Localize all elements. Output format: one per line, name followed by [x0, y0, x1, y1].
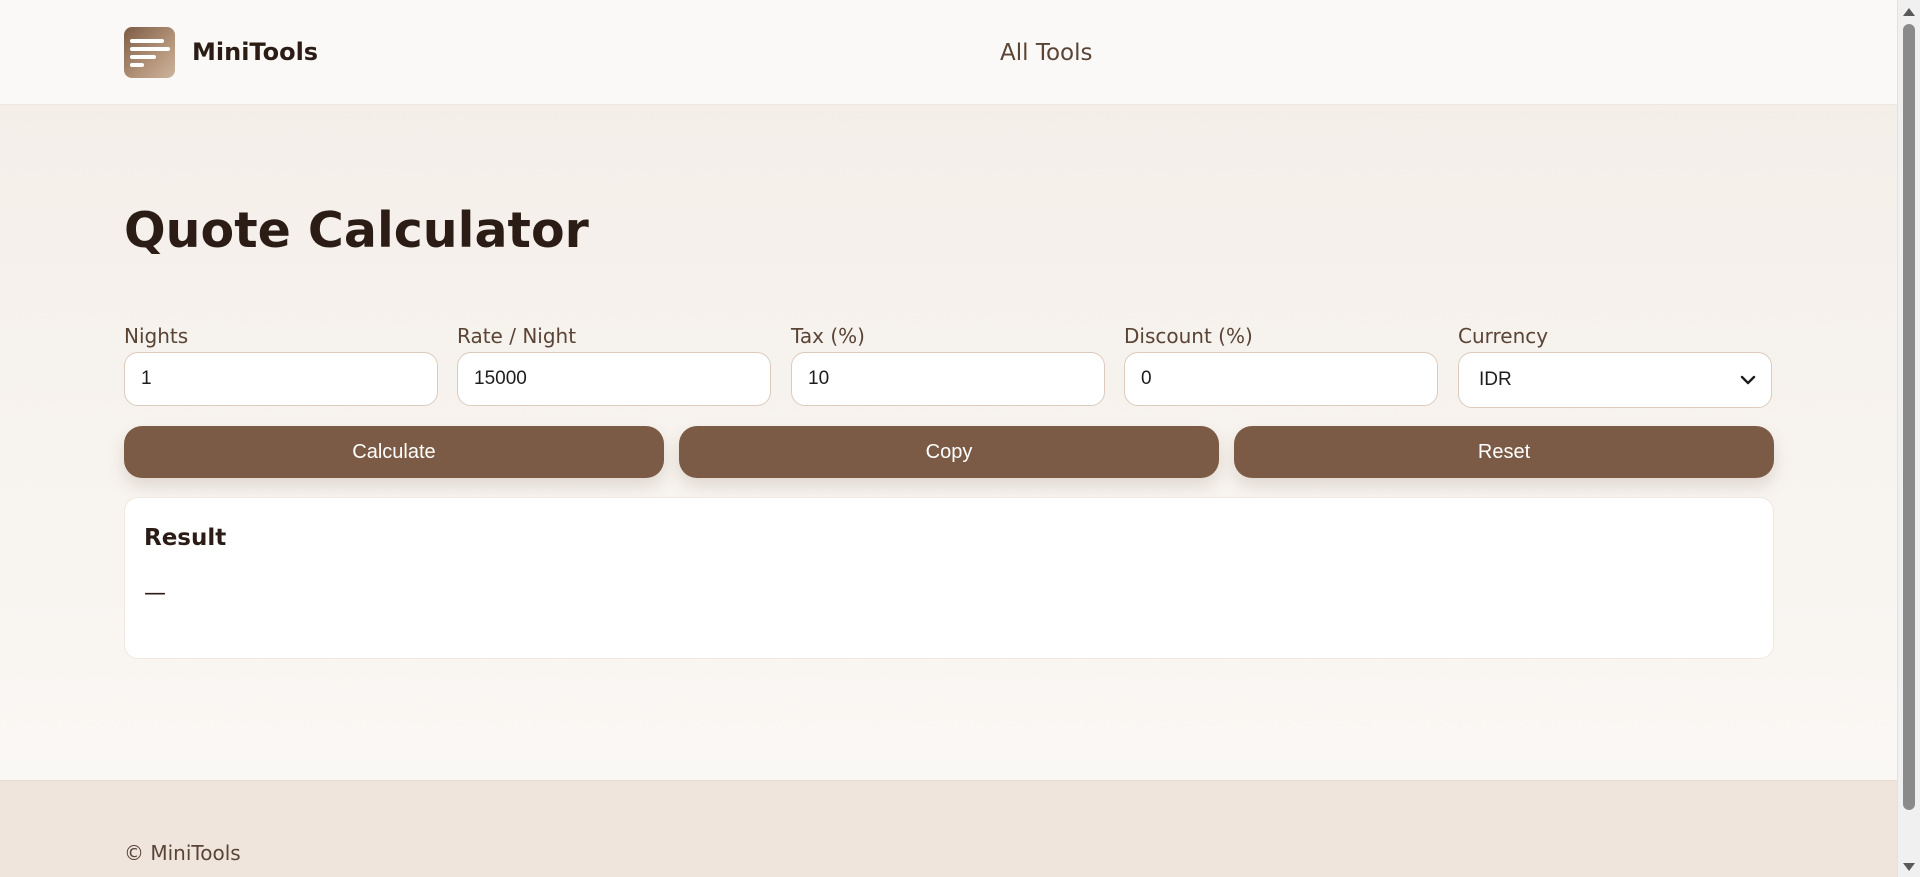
nights-label: Nights [124, 324, 189, 348]
chevron-down-icon [1740, 375, 1756, 385]
result-value: — [144, 581, 166, 606]
currency-label: Currency [1458, 324, 1549, 348]
discount-label: Discount (%) [1124, 324, 1253, 348]
discount-input[interactable] [1124, 352, 1438, 406]
reset-button[interactable]: Reset [1234, 426, 1774, 478]
site-footer: © MiniTools [0, 780, 1898, 877]
calculate-button[interactable]: Calculate [124, 426, 664, 478]
page-title: Quote Calculator [124, 202, 589, 259]
nights-input[interactable] [124, 352, 438, 406]
currency-selected-value: IDR [1479, 369, 1512, 390]
currency-select[interactable]: IDR [1458, 352, 1772, 408]
nav-all-tools[interactable]: All Tools [1000, 39, 1092, 67]
logo-line-1 [130, 39, 164, 43]
logo-line-4 [130, 63, 144, 67]
scroll-down-icon[interactable] [1903, 863, 1915, 871]
rate-label: Rate / Night [457, 324, 577, 348]
logo-icon[interactable] [124, 27, 175, 78]
result-title: Result [144, 525, 227, 551]
vertical-scrollbar[interactable] [1897, 0, 1920, 877]
tax-input[interactable] [791, 352, 1105, 406]
scroll-up-icon[interactable] [1903, 8, 1915, 16]
result-card: Result — [124, 497, 1774, 659]
rate-input[interactable] [457, 352, 771, 406]
logo-line-3 [130, 55, 156, 59]
brand-name[interactable]: MiniTools [192, 37, 318, 67]
scroll-thumb[interactable] [1903, 24, 1915, 810]
page: MiniTools All Tools Quote Calculator Nig… [0, 0, 1898, 877]
tax-label: Tax (%) [791, 324, 865, 348]
copy-button[interactable]: Copy [679, 426, 1219, 478]
site-header: MiniTools All Tools [0, 0, 1898, 105]
footer-copyright: © MiniTools [124, 841, 241, 865]
logo-line-2 [130, 47, 170, 51]
